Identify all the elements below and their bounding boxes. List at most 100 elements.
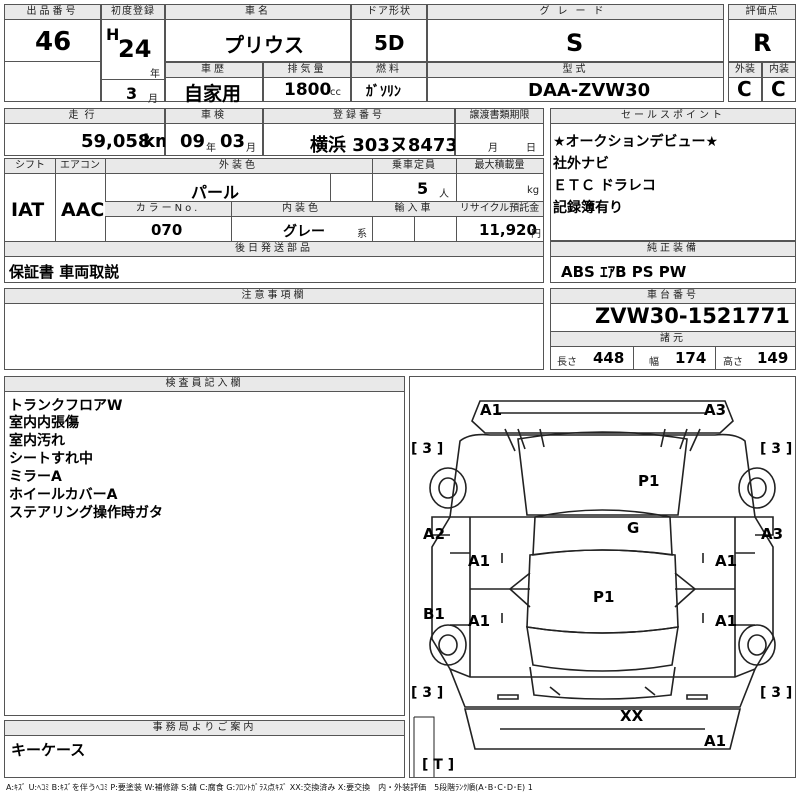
tire-front-left: [ 3 ] [411, 441, 444, 457]
caution-box: 注意事項欄 [4, 288, 544, 370]
color-no: 070 [151, 221, 183, 239]
damage-mark-left-front-door: A1 [468, 552, 491, 570]
transfer-label: 譲渡書類期限 [456, 109, 543, 124]
height-label: 高さ [723, 357, 743, 368]
exterior-color-label: 外装色 [105, 159, 372, 174]
inspector-note: シートすれ中 [9, 451, 93, 467]
damage-mark-left-front-fender: A2 [423, 525, 446, 543]
load-label: 最大積載量 [456, 159, 543, 174]
grade-box: グレード S [427, 4, 724, 62]
length: 448 [593, 349, 625, 367]
damage-mark-roof: P1 [593, 588, 615, 606]
damage-mark-left-rear-door: A1 [468, 612, 491, 630]
equipment-label: 純正装備 [551, 242, 795, 257]
interior-score-box: 内装 C [762, 62, 796, 102]
spare-tire: [ T ] [422, 757, 455, 773]
damage-mark-rear-bumper: XX [620, 707, 644, 725]
inspector-note: ステアリング操作時ガタ [9, 505, 163, 521]
recycle-label: リサイクル預託金 [456, 202, 543, 217]
lot-box: 出品番号 46 [4, 4, 101, 102]
sales-point-line: 記録簿有り [553, 200, 623, 216]
car-diagram [413, 400, 776, 777]
transfer-box: 譲渡書類期限 月 日 [455, 108, 544, 156]
car-name: プリウス [224, 33, 304, 57]
fuel-box: 燃料 ｶﾞｿﾘﾝ [351, 62, 427, 102]
specs-label: 諸元 [551, 331, 795, 347]
fuel: ｶﾞｿﾘﾝ [366, 84, 401, 100]
height: 149 [757, 349, 789, 367]
capacity-label: 乗車定員 [372, 159, 456, 174]
office-note: キーケース [11, 741, 86, 759]
model-box: 型式 DAA-ZVW30 [427, 62, 724, 102]
ac-label: エアコン [55, 159, 105, 174]
damage-mark-front-bumper-right: A3 [704, 401, 727, 419]
tire-front-right: [ 3 ] [760, 441, 793, 457]
score-box: 評価点 R [728, 4, 796, 62]
sales-point-line: ★オークションデビュー★ [553, 134, 719, 150]
history: 自家用 [184, 83, 242, 105]
interior-color: グレー [283, 224, 325, 240]
sales-point-line: ＥＴＣ ドラレコ [553, 178, 656, 194]
damage-mark-rear-bumper-right: A1 [704, 732, 727, 750]
model-label: 型式 [428, 63, 723, 78]
load-unit: kg [527, 185, 540, 196]
damage-mark-right-front-door: A1 [715, 552, 738, 570]
grade: S [566, 29, 584, 57]
damage-mark-front-bumper-left: A1 [480, 401, 503, 419]
import-label: 輸入車 [372, 202, 456, 217]
damage-mark-right-front-fender: A3 [761, 525, 784, 543]
damage-mark-windshield: G [627, 519, 640, 537]
inspection-box: 車検 09 年 03 月 [165, 108, 263, 156]
car-name-label: 車名 [166, 5, 350, 20]
sales-point-line: 社外ナビ [553, 156, 609, 172]
registration-label: 登録番号 [264, 109, 454, 124]
lot-label: 出品番号 [5, 5, 100, 20]
shift-label: シフト [5, 159, 55, 174]
office-box: 事務局よりご案内 キーケース [4, 720, 405, 778]
mileage-label: 走行 [5, 109, 164, 124]
door-type: 5D [374, 31, 405, 55]
first-registration-box: 初度登録 H 24 年 3 月 [101, 4, 165, 105]
door-label: ドア形状 [352, 5, 426, 20]
interior-color-label: 内装色 [231, 202, 372, 217]
damage-mark-hood: P1 [638, 472, 660, 490]
transfer-day: 日 [526, 143, 536, 154]
history-box: 車歴 自家用 [165, 62, 263, 105]
lot-number: 46 [35, 27, 72, 57]
later-parts-label: 後日発送部品 [5, 242, 543, 257]
inspector-note: 室内汚れ [9, 433, 65, 449]
damage-mark-left-rear-fender: B1 [423, 605, 445, 623]
year-unit: 年 [150, 69, 160, 80]
score-label: 評価点 [729, 5, 795, 20]
inspector-note: ミラーA [9, 469, 62, 485]
tire-rear-left: [ 3 ] [411, 685, 444, 701]
first-reg-month: 3 [126, 84, 138, 103]
grade-label: グレード [428, 5, 723, 20]
capacity-unit: 人 [439, 189, 449, 200]
ac: AAC [61, 199, 105, 221]
history-label: 車歴 [166, 63, 262, 78]
inspection-month: 03 [220, 131, 246, 152]
interior-score: C [771, 77, 786, 101]
later-parts: 保証書 車両取説 [9, 263, 120, 281]
car-name-box: 車名 プリウス [165, 4, 351, 62]
damage-diagram-box: A1 A3 P1 G A2 A3 A1 A1 P1 B1 A1 A1 XX A1… [409, 376, 796, 778]
length-label: 長さ [557, 357, 577, 368]
spec-grid: シフト エアコン 外装色 乗車定員 最大積載量 IAT AAC パール 5 人 … [4, 158, 544, 242]
sales-point-box: セールスポイント ★オークションデビュー★ 社外ナビ ＥＴＣ ドラレコ 記録簿有… [550, 108, 796, 241]
displacement-label: 排気量 [264, 63, 350, 78]
inspector-box: 検査員記入欄 トランクフロアW 室内内張傷 室内汚れ シートすれ中 ミラーA ホ… [4, 376, 405, 716]
displacement-unit: cc [330, 87, 341, 98]
width-label: 幅 [649, 357, 659, 368]
mileage: 59,058 [81, 131, 151, 152]
tire-rear-right: [ 3 ] [760, 685, 793, 701]
shift: IAT [11, 199, 45, 221]
legend: A:ｷｽﾞ U:ﾍｺﾐ B:ｷｽﾞを伴うﾍｺﾐ P:要塗装 W:補修跡 S:錆 … [6, 783, 533, 792]
registration-box: 登録番号 横浜 303ヌ8473 [263, 108, 458, 156]
exterior-score: C [737, 77, 752, 101]
inspection-year-unit: 年 [206, 143, 216, 154]
exterior-score-box: 外装 C [728, 62, 762, 102]
damage-mark-right-rear-door: A1 [715, 612, 738, 630]
displacement-box: 排気量 1800 cc [263, 62, 351, 102]
exterior-score-label: 外装 [729, 63, 761, 78]
